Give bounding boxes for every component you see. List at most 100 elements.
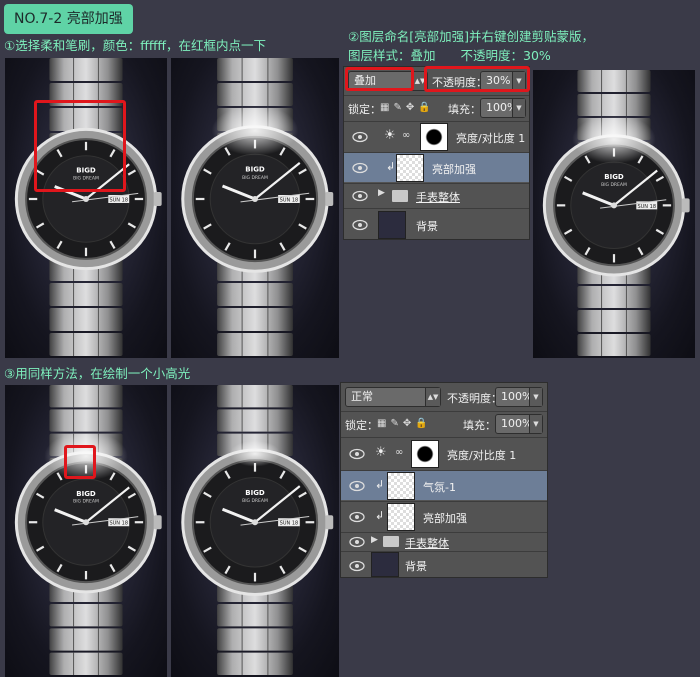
layer-row-selected[interactable]: ↲ 气氛-1	[341, 470, 547, 500]
eye-icon[interactable]	[349, 448, 365, 460]
expand-arrow-icon[interactable]: ▶	[378, 188, 385, 198]
layer-thumbnail	[387, 503, 415, 531]
lock-transparent-icon[interactable]: ▦	[377, 418, 386, 429]
watch-brand-text: BIGD	[245, 166, 265, 174]
layer-row-group[interactable]: ▶ 手表整体	[341, 532, 547, 550]
eye-icon[interactable]	[352, 219, 368, 231]
opacity-input[interactable]: 100% ▼	[495, 387, 543, 407]
fill-input[interactable]: 100% ▼	[495, 414, 543, 434]
chevron-down-icon[interactable]: ▼	[529, 388, 542, 406]
fill-input[interactable]: 100% ▼	[480, 98, 526, 118]
layer-row-group[interactable]: ▶ 手表整体	[344, 183, 529, 207]
watch-brand-text: BIGD	[76, 490, 96, 498]
clipping-arrow-icon: ↲	[375, 478, 385, 491]
watch-brand-subtext: BIG DREAM	[601, 182, 627, 188]
watch-date-window: SUN 18	[637, 204, 656, 210]
layer-thumbnail	[378, 211, 406, 239]
lock-all-icon[interactable]: 🔒	[418, 102, 430, 113]
eye-icon[interactable]	[349, 511, 365, 523]
watch-brand-subtext: BIG DREAM	[242, 498, 268, 504]
layer-row-background[interactable]: 背景	[344, 208, 529, 240]
watch-illustration: BIGDBIG DREAM SUN 18	[542, 70, 690, 356]
clipping-arrow-icon: ↲	[375, 509, 385, 522]
opacity-value: 100%	[501, 390, 533, 403]
blend-mode-value: 正常	[351, 390, 373, 403]
lock-fill-row: 锁定： ▦ ✎ ✥ 🔒 填充： 100% ▼	[341, 411, 547, 435]
layer-mask-thumbnail	[411, 440, 439, 468]
eye-icon[interactable]	[352, 162, 368, 174]
layer-name: 手表整体	[416, 191, 460, 204]
step3-instruction: ③用同样方法，在绘制一个小高光	[4, 366, 191, 381]
eye-icon[interactable]	[352, 190, 368, 202]
lock-all-icon[interactable]: 🔒	[415, 418, 427, 429]
layer-row-adjustment[interactable]: ☀ ∞ 亮度/对比度 1	[344, 121, 529, 151]
watch-illustration: BIGDBIG DREAM SUN 18	[181, 385, 334, 675]
blend-mode-highlight-box	[345, 67, 414, 91]
layer-name: 亮部加强	[423, 512, 467, 525]
lock-brush-icon[interactable]: ✎	[393, 102, 401, 113]
chevron-down-icon[interactable]: ▼	[512, 99, 525, 117]
link-icon: ∞	[395, 447, 404, 458]
folder-icon	[392, 190, 408, 202]
eye-icon[interactable]	[352, 131, 368, 143]
fill-label: 填充：	[448, 103, 481, 116]
lock-brush-icon[interactable]: ✎	[390, 418, 398, 429]
small-highlight-target-box	[64, 445, 96, 479]
layer-row-adjustment[interactable]: ☀ ∞ 亮度/对比度 1	[341, 437, 547, 469]
layers-panel-step2: 叠加 ▲▼ 不透明度： 30% ▼ 锁定： ▦ ✎ ✥ 🔒 填充： 100% ▼ ☀ …	[343, 66, 530, 240]
watch-photo-step2-result: BIGD BIG DREAM SUN 18	[533, 70, 695, 358]
eye-icon[interactable]	[349, 536, 365, 548]
watch-date-window: SUN 18	[280, 521, 299, 527]
layer-row-clipped[interactable]: ↲ 亮部加强	[341, 501, 547, 531]
brightness-icon: ☀	[375, 445, 387, 460]
watch-brand-subtext: BIG DREAM	[242, 175, 268, 181]
layer-name: 背景	[405, 560, 427, 573]
layer-thumbnail	[396, 154, 424, 182]
fill-label: 填充：	[463, 419, 496, 432]
layer-name: 亮度/对比度 1	[456, 132, 526, 145]
lock-label: 锁定：	[348, 103, 381, 116]
watch-photo-step3: BIGD BIG DREAM SUN 18	[5, 385, 167, 677]
layer-name: 背景	[416, 220, 438, 233]
watch-date-window: SUN 18	[280, 198, 299, 204]
watch-photo-step1-result: BIGD BIG DREAM SUN 18	[171, 58, 339, 358]
lock-label: 锁定：	[345, 419, 378, 432]
folder-icon	[383, 536, 399, 547]
layer-name: 亮部加强	[432, 163, 476, 176]
chevron-down-icon[interactable]: ▼	[529, 415, 542, 433]
clipping-arrow-icon: ↲	[386, 160, 396, 173]
layers-panel-step3: 正常 ▲▼ 不透明度： 100% ▼ 锁定： ▦ ✎ ✥ 🔒 填充： 100% ▼ ☀…	[340, 382, 548, 578]
watch-illustration: BIGDBIG DREAM SUN 18	[14, 385, 162, 675]
layer-mask-thumbnail	[420, 123, 448, 151]
step1-instruction: ①选择柔和笔刷，颜色：ffffff，在红框内点一下	[4, 38, 267, 53]
opacity-highlight-box	[424, 66, 530, 92]
brush-target-box	[34, 100, 126, 192]
lock-icons: ▦ ✎ ✥ 🔒	[377, 416, 432, 429]
layer-name: 亮度/对比度 1	[447, 449, 517, 462]
brightness-icon: ☀	[384, 128, 396, 143]
link-icon: ∞	[402, 130, 411, 141]
blend-mode-select[interactable]: 正常 ▲▼	[345, 387, 441, 407]
expand-arrow-icon[interactable]: ▶	[371, 535, 378, 545]
layer-thumbnail	[371, 552, 399, 577]
tutorial-title-badge: NO.7-2 亮部加强	[4, 4, 133, 34]
step2-instruction-line1: ②图层命名[亮部加强]并右键创建剪贴蒙版，	[348, 29, 594, 44]
fill-value: 100%	[501, 417, 533, 430]
lock-move-icon[interactable]: ✥	[403, 418, 411, 429]
watch-illustration: BIGDBIG DREAM SUN 18	[181, 58, 334, 356]
lock-icons: ▦ ✎ ✥ 🔒	[380, 100, 435, 113]
watch-brand-text: BIGD	[604, 173, 624, 181]
watch-date-window: SUN 18	[109, 521, 128, 527]
eye-icon[interactable]	[349, 560, 365, 572]
lock-transparent-icon[interactable]: ▦	[380, 102, 389, 113]
step2-instruction-line2: 图层样式：叠加 不透明度：30%	[348, 48, 551, 63]
lock-move-icon[interactable]: ✥	[406, 102, 414, 113]
lock-fill-row: 锁定： ▦ ✎ ✥ 🔒 填充： 100% ▼	[344, 95, 529, 119]
watch-photo-step3-result: BIGD BIG DREAM SUN 18	[171, 385, 339, 677]
chevron-updown-icon: ▲▼	[425, 388, 440, 406]
eye-icon[interactable]	[349, 480, 365, 492]
layer-row-background[interactable]: 背景	[341, 551, 547, 578]
layer-row-selected[interactable]: ↲ 亮部加强	[344, 152, 529, 182]
watch-brand-text: BIGD	[245, 489, 265, 497]
opacity-label: 不透明度：	[447, 392, 502, 405]
